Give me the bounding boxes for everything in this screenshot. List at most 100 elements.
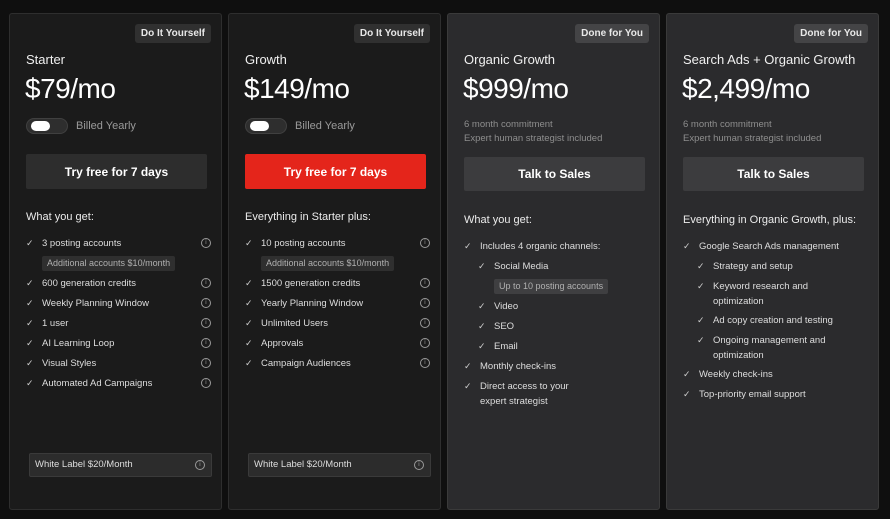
billed-yearly-label: Billed Yearly	[76, 120, 136, 132]
section-title: What you get:	[26, 211, 94, 223]
plan-name: Search Ads + Organic Growth	[683, 52, 856, 67]
channel-item: ✓ Email	[478, 340, 518, 352]
plan-card-search-ads: Done for You Search Ads + Organic Growth…	[666, 13, 879, 510]
feature-item: ✓ Google Search Ads management	[683, 240, 839, 252]
feature-item: ✓ 3 posting accounts i	[26, 233, 211, 253]
check-icon: ✓	[478, 340, 486, 351]
info-icon[interactable]: i	[420, 358, 430, 368]
channel-item: ✓ Social Media	[478, 260, 549, 272]
check-icon: ✓	[697, 281, 705, 291]
check-icon: ✓	[26, 357, 34, 368]
feature-item: ✓ Automated Ad Campaigns i	[26, 373, 211, 393]
section-title: What you get:	[464, 214, 532, 226]
billing-toggle[interactable]	[26, 118, 68, 134]
check-icon: ✓	[245, 297, 253, 308]
check-icon: ✓	[26, 277, 34, 288]
check-icon: ✓	[464, 240, 472, 251]
plan-badge: Done for You	[794, 24, 868, 43]
feature-item: ✓ Includes 4 organic channels:	[464, 240, 601, 252]
talk-to-sales-button[interactable]: Talk to Sales	[683, 157, 864, 191]
feature-item: ✓ 1500 generation credits i	[245, 273, 430, 293]
feature-list: ✓ Includes 4 organic channels: ✓ Social Me…	[464, 236, 649, 410]
check-icon: ✓	[683, 388, 691, 399]
info-icon[interactable]: i	[420, 338, 430, 348]
channel-note-row: Up to 10 posting accounts	[464, 276, 649, 296]
billed-yearly-label: Billed Yearly	[295, 120, 355, 132]
accounts-note-row: Additional accounts $10/month	[26, 253, 211, 273]
feature-item: ✓ AI Learning Loop i	[26, 333, 211, 353]
plan-price: $2,499/mo	[682, 73, 810, 104]
check-icon: ✓	[478, 320, 486, 331]
check-icon: ✓	[683, 240, 691, 251]
sub-feature-item: ✓ Keyword research and optimization	[697, 281, 809, 307]
plan-card-organic-growth: Done for You Organic Growth $999/mo 6 mo…	[447, 13, 660, 510]
feature-list: ✓ 3 posting accounts i Additional accounts…	[26, 233, 211, 393]
info-icon[interactable]: i	[201, 358, 211, 368]
accounts-note-row: Additional accounts $10/month	[245, 253, 430, 273]
sub-feature-item: ✓ Ongoing management and optimization	[697, 335, 826, 361]
section-title: Everything in Starter plus:	[245, 211, 371, 223]
feature-item: ✓ Weekly check-ins	[683, 368, 773, 380]
check-icon: ✓	[26, 317, 34, 328]
toggle-knob	[31, 121, 50, 131]
feature-item: ✓ Weekly Planning Window i	[26, 293, 211, 313]
channel-item: ✓ Video	[478, 300, 519, 312]
check-icon: ✓	[26, 237, 34, 248]
plan-badge: Do It Yourself	[353, 24, 430, 43]
check-icon: ✓	[464, 381, 472, 391]
sub-feature-item: ✓ Strategy and setup	[697, 260, 793, 272]
plan-card-starter: Do It Yourself Starter $79/mo Billed Yea…	[9, 13, 222, 510]
plan-name: Organic Growth	[464, 52, 556, 67]
white-label-addon[interactable]: White Label $20/Month i	[29, 453, 212, 477]
plan-card-growth: Do It Yourself Growth $149/mo Billed Yea…	[228, 13, 441, 510]
plan-badge: Do It Yourself	[134, 24, 211, 43]
feature-item: ✓ Top-priority email support	[683, 388, 806, 400]
billing-toggle[interactable]	[245, 118, 287, 134]
info-icon[interactable]: i	[201, 298, 211, 308]
sub-feature-item: ✓ Ad copy creation and testing	[697, 314, 833, 326]
plan-badge: Done for You	[575, 24, 649, 43]
info-icon[interactable]: i	[201, 278, 211, 288]
talk-to-sales-button[interactable]: Talk to Sales	[464, 157, 645, 191]
feature-item: ✓ Approvals i	[245, 333, 430, 353]
info-icon[interactable]: i	[420, 318, 430, 328]
commitment-text: 6 month commitment	[464, 119, 553, 130]
feature-item: ✓ Yearly Planning Window i	[245, 293, 430, 313]
plan-name: Starter	[26, 52, 66, 67]
info-icon[interactable]: i	[420, 278, 430, 288]
plan-price: $79/mo	[25, 73, 116, 104]
plan-price: $999/mo	[463, 73, 569, 104]
check-icon: ✓	[697, 314, 705, 325]
info-icon[interactable]: i	[420, 238, 430, 248]
commitment-text: 6 month commitment	[683, 119, 772, 130]
feature-item: ✓ Monthly check-ins	[464, 360, 557, 372]
check-icon: ✓	[697, 335, 705, 345]
strategist-text: Expert human strategist included	[464, 133, 603, 144]
accounts-note: Additional accounts $10/month	[261, 255, 395, 271]
feature-item: ✓ 600 generation credits i	[26, 273, 211, 293]
info-icon[interactable]: i	[201, 238, 211, 248]
check-icon: ✓	[245, 277, 253, 288]
try-free-button[interactable]: Try free for 7 days	[26, 154, 207, 189]
section-title: Everything in Organic Growth, plus:	[683, 214, 857, 226]
accounts-note: Additional accounts $10/month	[42, 255, 176, 271]
check-icon: ✓	[245, 337, 253, 348]
white-label-addon[interactable]: White Label $20/Month i	[248, 453, 431, 477]
plan-name: Growth	[245, 52, 287, 67]
check-icon: ✓	[245, 237, 253, 248]
info-icon[interactable]: i	[201, 318, 211, 328]
info-icon[interactable]: i	[195, 460, 205, 470]
check-icon: ✓	[478, 260, 486, 271]
check-icon: ✓	[245, 317, 253, 328]
info-icon[interactable]: i	[414, 460, 424, 470]
info-icon[interactable]: i	[420, 298, 430, 308]
info-icon[interactable]: i	[201, 378, 211, 388]
check-icon: ✓	[464, 360, 472, 371]
feature-list: ✓ Google Search Ads management ✓ Strategy …	[683, 236, 868, 404]
plan-price: $149/mo	[244, 73, 350, 104]
feature-item: ✓ Direct access to your expert strategist	[464, 381, 569, 407]
feature-item: ✓ Unlimited Users i	[245, 313, 430, 333]
try-free-button[interactable]: Try free for 7 days	[245, 154, 426, 189]
check-icon: ✓	[683, 368, 691, 379]
info-icon[interactable]: i	[201, 338, 211, 348]
